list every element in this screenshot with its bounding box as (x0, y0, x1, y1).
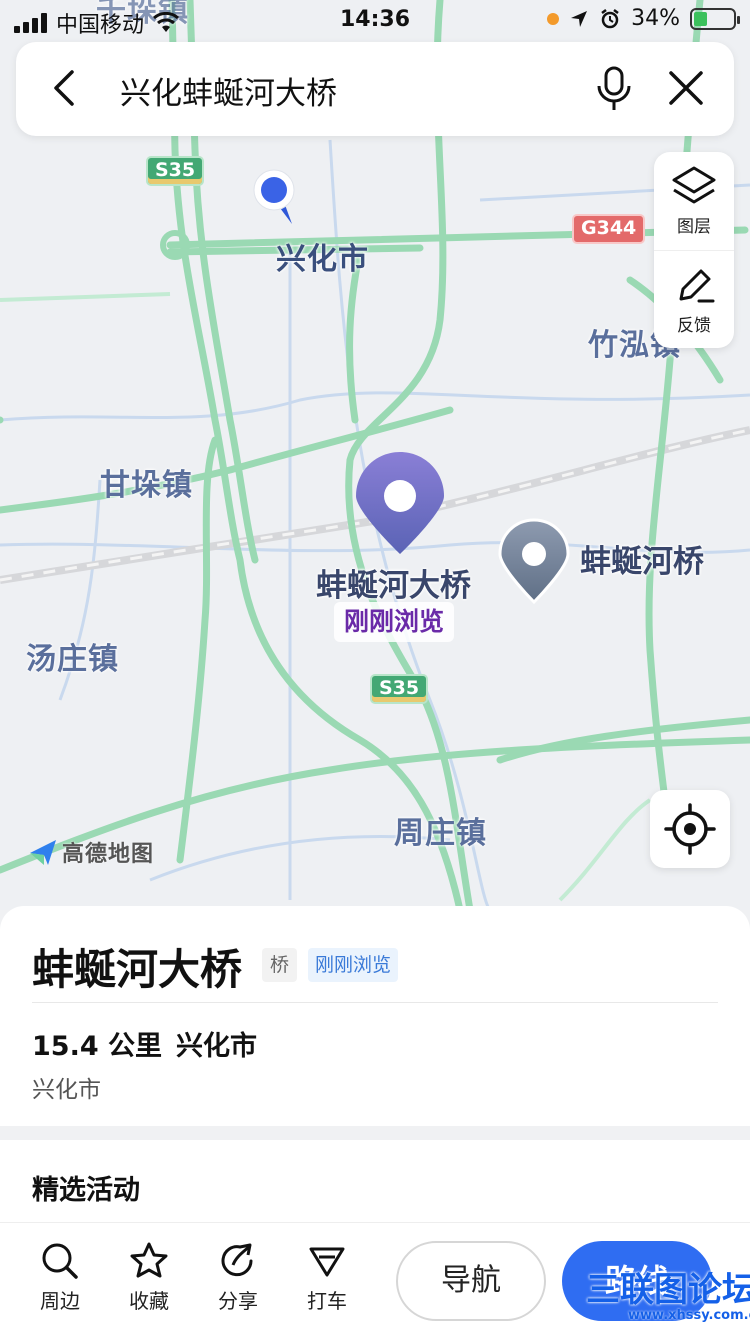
other-place-pin-icon[interactable] (498, 518, 570, 610)
place-meta: 15.4 公里 兴化市 (32, 1024, 257, 1063)
activity-title: 精选活动 (32, 1175, 140, 1206)
distance-text: 15.4 公里 (32, 1031, 163, 1062)
address-text: 兴化市 (32, 1077, 101, 1103)
battery-percent: 34% (631, 6, 680, 31)
recently-viewed-tag: 刚刚浏览 (334, 602, 455, 642)
place-label-xinghua: 兴化市 (276, 242, 369, 277)
place-label-gandu: 甘垛镇 (100, 468, 193, 503)
edit-pen-icon (679, 269, 715, 303)
search-icon (42, 1243, 78, 1279)
location-arrow-icon (571, 10, 588, 27)
amap-logo-icon (30, 840, 56, 865)
nearby-label: 周边 (40, 1289, 80, 1313)
share-icon (221, 1243, 253, 1277)
amap-brand-logo: 高德地图 (28, 836, 154, 868)
favorite-button[interactable]: 收藏 (119, 1241, 179, 1314)
microphone-icon[interactable] (594, 64, 634, 114)
star-icon (130, 1242, 168, 1278)
layers-button[interactable]: 图层 (654, 152, 734, 250)
share-label: 分享 (218, 1289, 258, 1313)
city-text: 兴化市 (176, 1031, 258, 1062)
taxi-button[interactable]: 打车 (297, 1241, 357, 1314)
status-bar: 中国移动 14:36 34% (0, 0, 750, 40)
navigate-button[interactable]: 导航 (396, 1241, 546, 1321)
layers-icon (672, 166, 716, 204)
recording-dot-icon (547, 12, 560, 25)
highway-shield-s35-mid: S35 (370, 674, 429, 704)
current-location-icon (252, 168, 302, 232)
map-tool-panel: 图层 反馈 (654, 152, 734, 348)
map-view[interactable]: S35 G344 S35 千垛镇 兴化市 竹泓镇 甘垛镇 汤庄镇 周庄镇 蚌蜒河… (0, 0, 750, 910)
battery-icon (690, 7, 740, 30)
divider (32, 1002, 718, 1003)
feedback-button[interactable]: 反馈 (654, 250, 734, 348)
forum-watermark-url: www.xhssy.com.cn (628, 1308, 750, 1323)
selected-pin-label: 蚌蜒河大桥 (316, 568, 471, 604)
category-badge: 桥 (262, 948, 298, 982)
place-label-zhouzhuang: 周庄镇 (394, 816, 487, 851)
highway-shield-g344: G344 (572, 214, 646, 244)
place-detail-card[interactable]: 蚌蜒河大桥 桥 刚刚浏览 15.4 公里 兴化市 兴化市 (0, 906, 750, 1126)
nearby-button[interactable]: 周边 (30, 1241, 90, 1314)
highway-shield-s35: S35 (146, 156, 205, 186)
search-bar[interactable]: 兴化蚌蜒河大桥 (16, 42, 734, 136)
crosshair-icon (664, 803, 716, 855)
alarm-icon (601, 8, 619, 28)
other-pin-label: 蚌蜒河桥 (580, 544, 704, 580)
selected-place-pin-icon[interactable] (354, 450, 446, 564)
recently-viewed-badge: 刚刚浏览 (308, 948, 399, 982)
brand-name: 高德地图 (62, 842, 155, 867)
taxi-arrow-icon (309, 1247, 345, 1277)
feedback-label: 反馈 (677, 316, 711, 336)
back-arrow-icon[interactable] (44, 66, 88, 110)
favorite-label: 收藏 (129, 1289, 169, 1313)
layers-label: 图层 (677, 217, 711, 237)
forum-watermark: 三联图论坛 (586, 1270, 750, 1310)
locate-me-button[interactable] (650, 790, 730, 868)
place-label-tangzhuang: 汤庄镇 (26, 642, 119, 677)
place-title: 蚌蜒河大桥 (32, 945, 243, 994)
taxi-label: 打车 (307, 1289, 347, 1313)
search-query-text[interactable]: 兴化蚌蜒河大桥 (120, 68, 337, 113)
close-icon[interactable] (666, 68, 706, 108)
share-button[interactable]: 分享 (208, 1241, 268, 1314)
featured-activity-section[interactable]: 精选活动 (0, 1140, 750, 1230)
